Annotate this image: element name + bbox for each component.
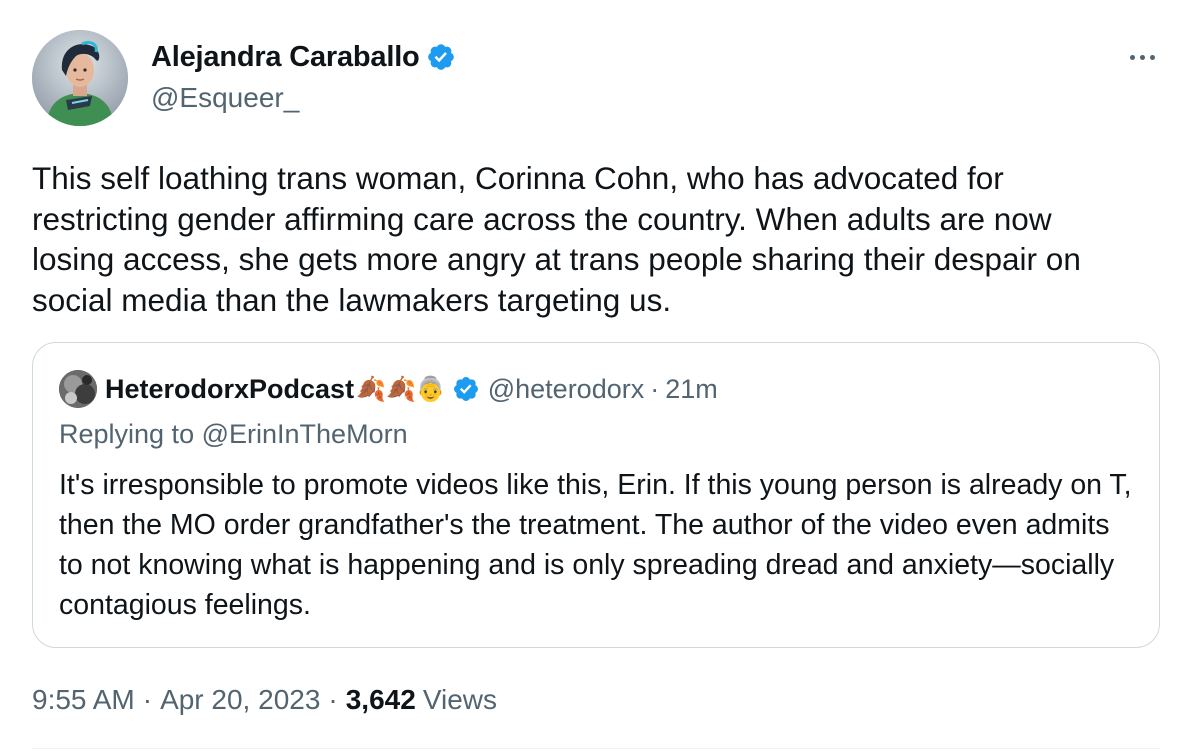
tweet-time[interactable]: 9:55 AM xyxy=(32,684,135,716)
quoted-tweet-text: It's irresponsible to promote videos lik… xyxy=(59,469,1132,621)
quoted-author-name-emojis: 🍂🍂👵 xyxy=(356,375,446,403)
separator-dot: · xyxy=(142,684,153,715)
quoted-tweet[interactable]: HeterodorxPodcast 🍂🍂👵 @heterodorx · 21m … xyxy=(32,342,1160,648)
tweet-card: Alejandra Caraballo @Esqueer_ This self … xyxy=(0,0,1200,756)
views-count: 3,642 xyxy=(345,684,416,715)
author-avatar[interactable] xyxy=(32,30,128,126)
author-handle[interactable]: @Esqueer_ xyxy=(151,82,299,114)
quoted-author-handle[interactable]: @heterodorx xyxy=(488,374,645,405)
replying-to-mention[interactable]: @ErinInTheMorn xyxy=(202,419,408,449)
quoted-tweet-time[interactable]: 21m xyxy=(665,374,718,405)
verified-badge-icon[interactable] xyxy=(452,375,480,403)
separator-dot: · xyxy=(328,684,338,715)
verified-badge-icon[interactable] xyxy=(426,42,456,72)
dot-icon xyxy=(1139,54,1145,60)
quoted-author-avatar[interactable] xyxy=(59,370,97,408)
quoted-author-display-name[interactable]: HeterodorxPodcast xyxy=(105,374,354,405)
tweet-date[interactable]: Apr 20, 2023 xyxy=(160,684,320,716)
quoted-tweet-header: HeterodorxPodcast 🍂🍂👵 @heterodorx · 21m xyxy=(59,370,718,408)
views-label: Views xyxy=(422,684,497,715)
tweet-text: This self loathing trans woman, Corinna … xyxy=(32,160,1081,318)
tweet-meta: 9:55 AM · Apr 20, 2023 · 3,642 Views xyxy=(32,684,497,716)
more-options-icon[interactable] xyxy=(1122,42,1162,72)
replying-to-line: Replying to @ErinInTheMorn xyxy=(59,419,408,450)
dot-icon xyxy=(1129,54,1135,60)
replying-to-prefix: Replying to xyxy=(59,419,195,449)
dot-icon xyxy=(1149,54,1155,60)
author-name-row: Alejandra Caraballo xyxy=(151,40,456,74)
divider xyxy=(32,748,1160,749)
author-display-name[interactable]: Alejandra Caraballo xyxy=(151,41,420,74)
separator-dot: · xyxy=(650,373,660,404)
